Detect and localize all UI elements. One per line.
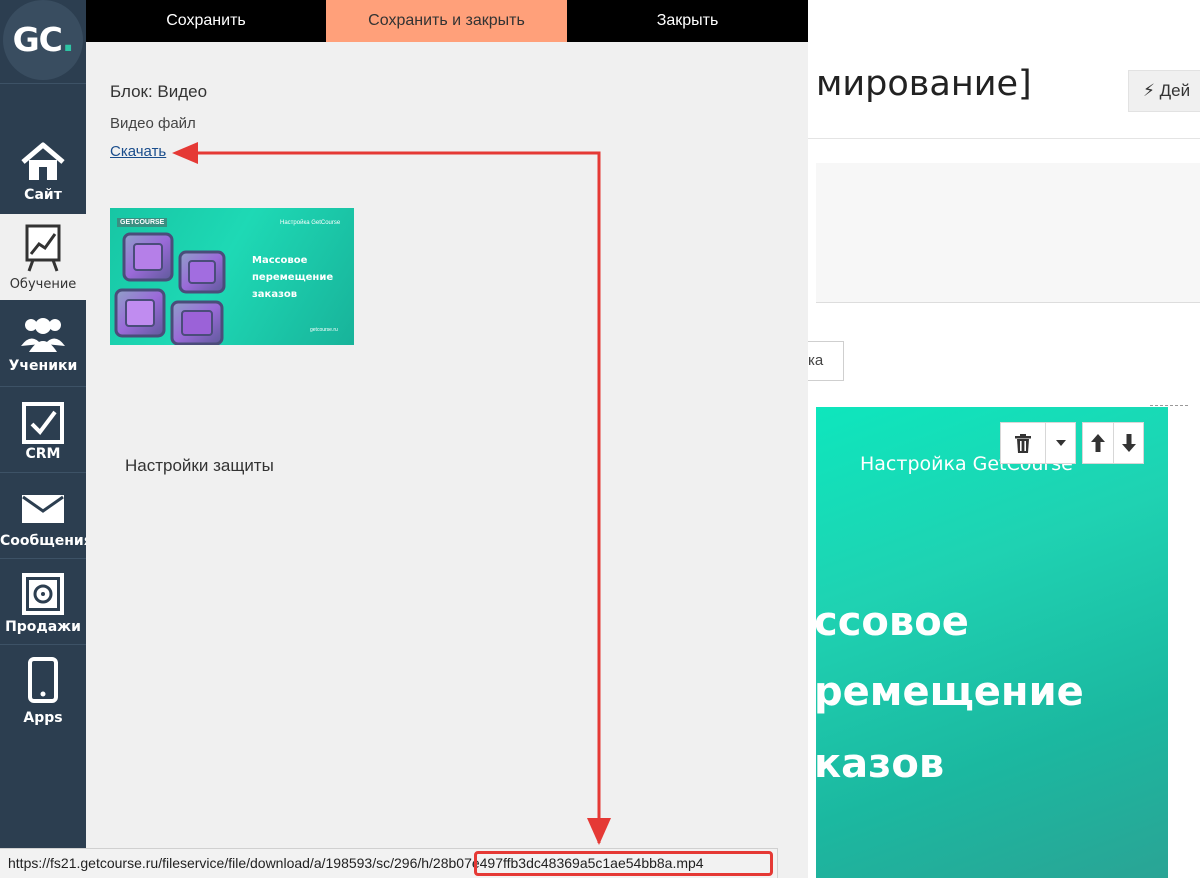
url-highlight-box — [474, 851, 773, 876]
users-icon — [21, 318, 65, 352]
block-title: Блок: Видео — [110, 82, 208, 101]
arrow-down-icon — [1121, 434, 1136, 452]
sidebar-item-students[interactable]: Ученики — [0, 300, 86, 386]
move-down-button[interactable] — [1113, 423, 1143, 463]
close-button[interactable]: Закрыть — [567, 0, 808, 42]
cube-grid-illustration — [114, 232, 226, 345]
sidebar-item-site[interactable]: Сайт — [0, 128, 86, 214]
sidebar-item-label: Apps — [23, 710, 63, 726]
sidebar-item-label: Сообщения — [0, 533, 93, 549]
move-group — [1082, 422, 1144, 464]
sidebar-item-label: Продажи — [5, 619, 81, 635]
brand-badge: GETCOURSE — [117, 218, 168, 227]
sidebar-item-messages[interactable]: Сообщения — [0, 472, 93, 558]
thumbnail-title: Массовое перемещение заказов — [252, 255, 334, 300]
sidebar-item-label: Сайт — [24, 187, 62, 203]
sidebar-item-label: Обучение — [9, 277, 77, 292]
sidebar-item-label: Ученики — [8, 358, 78, 374]
caret-down-icon — [1055, 440, 1066, 446]
video-file-label: Видео файл — [110, 115, 196, 132]
training-chart-icon — [25, 224, 61, 272]
safe-icon — [22, 573, 64, 615]
sidebar-item-apps[interactable]: Apps — [0, 644, 86, 730]
actions-button[interactable]: ⚡ Дей — [1128, 70, 1200, 112]
checkbox-icon — [22, 402, 64, 444]
delete-group — [1000, 422, 1076, 464]
save-button[interactable]: Сохранить — [86, 0, 326, 42]
page-heading: мирование] — [816, 64, 1032, 104]
thumbnail-footer: getcourse.ru — [310, 327, 338, 333]
move-up-button[interactable] — [1083, 423, 1113, 463]
sidebar: GC. Сайт Обучение Ученики CRM Сообщения … — [0, 0, 93, 878]
download-link[interactable]: Скачать — [110, 143, 166, 160]
add-block-button[interactable]: ка — [808, 341, 844, 381]
content-area — [816, 163, 1200, 303]
video-preview[interactable]: Настройка GetCourse ссовое ремещение каз… — [816, 407, 1168, 878]
video-thumbnail[interactable]: GETCOURSE Настройка GetCourse Массовое п… — [110, 208, 354, 345]
home-icon — [21, 142, 65, 180]
divider — [1150, 405, 1188, 406]
logo[interactable]: GC. — [3, 0, 83, 80]
sidebar-item-training[interactable]: Обучение — [0, 214, 86, 300]
save-and-close-button[interactable]: Сохранить и закрыть — [326, 0, 567, 42]
security-settings-title[interactable]: Настройки защиты — [125, 456, 274, 476]
sidebar-item-crm[interactable]: CRM — [0, 386, 86, 472]
trash-icon — [1015, 433, 1031, 453]
delete-button[interactable] — [1001, 423, 1045, 463]
envelope-icon — [22, 495, 64, 523]
logo-cell: GC. — [0, 0, 86, 84]
preview-title-line: ссовое — [816, 599, 969, 645]
sidebar-item-sales[interactable]: Продажи — [0, 558, 86, 644]
dropdown-button[interactable] — [1045, 423, 1075, 463]
panel-toolbar: Сохранить Сохранить и закрыть Закрыть — [86, 0, 808, 42]
block-editor-panel: Сохранить Сохранить и закрыть Закрыть Бл… — [86, 0, 808, 878]
block-toolbox — [1000, 422, 1144, 464]
sidebar-item-label: CRM — [25, 446, 61, 462]
phone-icon — [28, 657, 58, 703]
thumbnail-tag: Настройка GetCourse — [280, 220, 341, 226]
preview-title-line: казов — [816, 741, 945, 787]
divider — [808, 138, 1200, 139]
arrow-up-icon — [1091, 434, 1105, 452]
preview-title-line: ремещение — [816, 669, 1084, 715]
